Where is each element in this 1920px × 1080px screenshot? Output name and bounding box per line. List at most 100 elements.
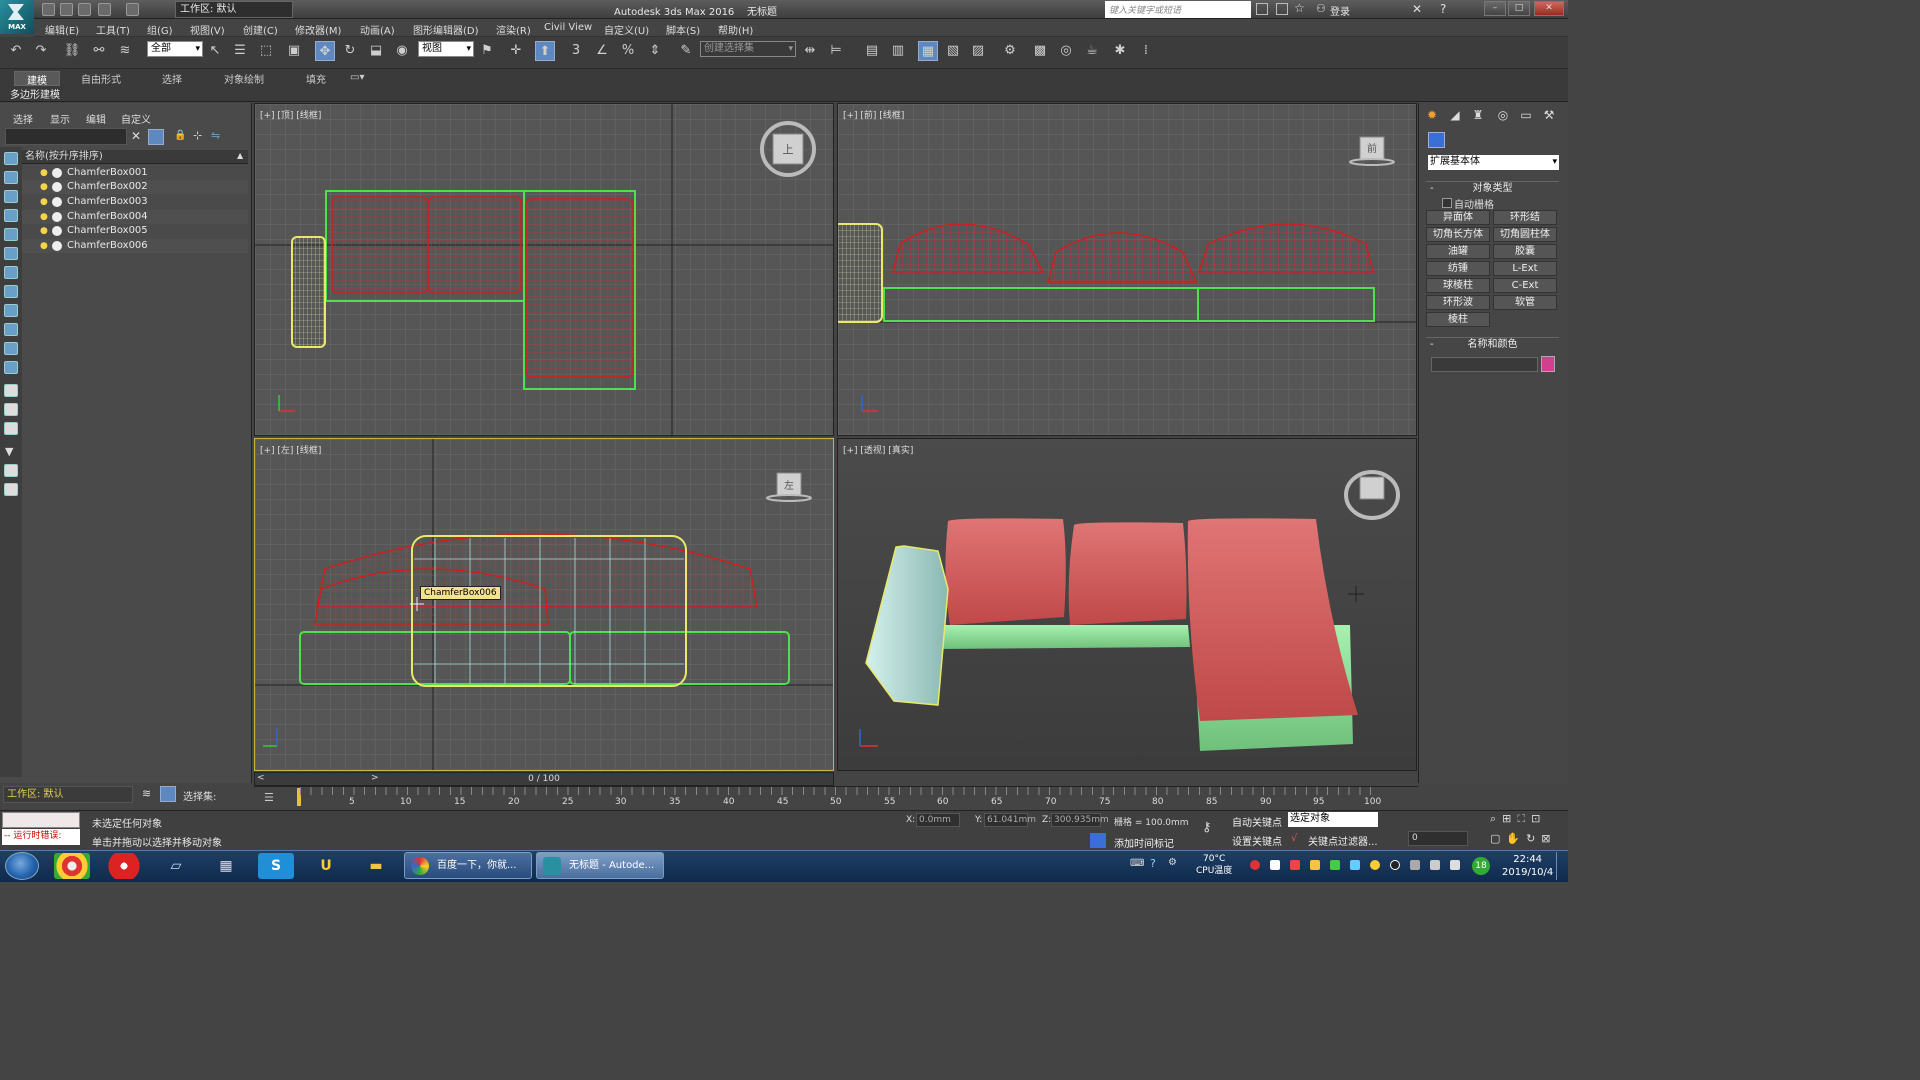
menu-edit[interactable]: 编辑(E)	[45, 22, 79, 37]
display-lights-icon[interactable]	[4, 190, 18, 203]
ribbon-tab-populate[interactable]: 填充	[300, 71, 332, 86]
display-frozen-icon[interactable]	[4, 342, 18, 355]
render-teapot-icon[interactable]: ☕	[1082, 41, 1102, 61]
rollout-object-type[interactable]: 对象类型	[1426, 181, 1559, 195]
communication-icon[interactable]	[1276, 3, 1288, 15]
gengon-button[interactable]: 球棱柱	[1426, 278, 1490, 293]
help-icon[interactable]: ?	[1440, 2, 1446, 16]
layer-manager-icon[interactable]: ▤	[862, 41, 882, 61]
display-spacewarps-icon[interactable]	[4, 247, 18, 260]
snap-toggle-icon[interactable]: 3	[566, 41, 586, 61]
viewport-label-top[interactable]: [+] [顶] [线框]	[260, 108, 321, 121]
select-manipulate-icon[interactable]: ✛	[506, 41, 526, 61]
freeze-icon[interactable]	[52, 197, 62, 207]
chrome-icon[interactable]	[54, 853, 90, 879]
explorer-menu-display[interactable]: 显示	[50, 111, 70, 126]
security-tray-icon[interactable]	[1350, 860, 1360, 870]
select-object-icon[interactable]: ↖	[205, 41, 225, 61]
sogou-tray-icon[interactable]	[1250, 860, 1260, 870]
redo-icon[interactable]	[126, 3, 139, 16]
find-icon[interactable]	[4, 464, 18, 477]
viewport-front[interactable]: [+] [前] [线框] 前	[837, 103, 1417, 436]
dock-icon[interactable]	[4, 483, 18, 496]
shield-tray-icon[interactable]	[1290, 860, 1300, 870]
selection-filter-dropdown[interactable]: 全部	[147, 41, 203, 57]
object-name-input[interactable]	[1431, 357, 1538, 372]
explorer-search-input[interactable]	[5, 128, 127, 145]
taskbar-task-3dsmax[interactable]: 无标题 - Autode...	[536, 852, 664, 879]
schematic-view-icon[interactable]: ▧	[943, 41, 963, 61]
calculator-icon[interactable]: ▦	[208, 853, 244, 879]
undo-icon[interactable]	[98, 3, 111, 16]
place-icon[interactable]: ◉	[392, 41, 412, 61]
named-selection-dropdown[interactable]: 创建选择集	[700, 41, 796, 57]
status-tray-icon[interactable]	[1330, 860, 1340, 870]
viewport-nav-icons-2[interactable]: ▢✋↻⊠	[1490, 832, 1557, 845]
search-input[interactable]: 键入关键字或短语	[1105, 1, 1251, 18]
sort-arrow-icon[interactable]: ▲	[237, 151, 243, 160]
tool-tray-icon[interactable]	[1310, 860, 1320, 870]
lock-icon[interactable]: 🔒	[174, 130, 186, 141]
explorer-menu-select[interactable]: 选择	[13, 111, 33, 126]
display-bones-icon[interactable]	[4, 304, 18, 317]
capsule-button[interactable]: 胶囊	[1493, 244, 1557, 259]
ribbon-tab-freeform[interactable]: 自由形式	[75, 71, 127, 86]
list-item[interactable]: ● ChamferBox005	[22, 224, 248, 238]
menu-civil-view[interactable]: Civil View	[544, 22, 592, 33]
rendered-frame-icon[interactable]: ▩	[1030, 41, 1050, 61]
qq-tray-icon[interactable]	[1370, 860, 1380, 870]
x-coord-field[interactable]: 0.0mm	[916, 813, 960, 827]
ribbon-options-icon[interactable]: ▭▾	[350, 72, 364, 83]
menu-create[interactable]: 创建(C)	[243, 22, 278, 37]
ribbon-panel-polygon-modeling[interactable]: 多边形建模	[10, 86, 60, 101]
oiltank-button[interactable]: 油罐	[1426, 244, 1490, 259]
ribbon-toggle-icon[interactable]: ▥	[888, 41, 908, 61]
viewport-label-perspective[interactable]: [+] [透视] [真实]	[843, 443, 913, 456]
ribbon-tab-selection[interactable]: 选择	[156, 71, 188, 86]
key-target-dropdown[interactable]: 选定对象	[1288, 812, 1378, 827]
time-tag-icon[interactable]	[1090, 833, 1106, 848]
time-prev-icon[interactable]: <	[257, 773, 265, 783]
binoculars-icon[interactable]	[1256, 3, 1268, 15]
viewport-perspective[interactable]: [+] [透视] [真实]	[837, 438, 1417, 771]
set-key-button[interactable]: 设置关键点	[1232, 833, 1282, 848]
app-logo-button[interactable]: MAX	[0, 0, 34, 34]
freeze-icon[interactable]	[52, 182, 62, 192]
render-production-icon[interactable]: ◎	[1056, 41, 1076, 61]
name-column-header[interactable]: 名称(按升序排序)	[22, 150, 248, 164]
menu-animation[interactable]: 动画(A)	[360, 22, 395, 37]
freeze-icon[interactable]	[52, 168, 62, 178]
maxscript-listener-input[interactable]	[2, 812, 80, 828]
freeze-icon[interactable]	[52, 241, 62, 251]
notes-icon[interactable]: ▱	[158, 853, 194, 879]
list-item[interactable]: ● ChamferBox003	[22, 195, 248, 209]
menu-graph-editors[interactable]: 图形编辑器(D)	[413, 22, 479, 37]
keyboard-shortcut-override-icon[interactable]: ⬆	[535, 41, 555, 61]
help-tray-icon[interactable]: ?	[1150, 857, 1156, 870]
a360-render-icon[interactable]: ⁞	[1136, 41, 1156, 61]
viewport-left[interactable]: [+] [左] [线框] 左	[254, 438, 834, 771]
penguin-tray-icon[interactable]	[1390, 860, 1400, 870]
z-coord-field[interactable]: 300.935mm	[1051, 813, 1109, 827]
select-rotate-icon[interactable]: ↻	[340, 41, 360, 61]
hierarchy-icon[interactable]: ⊹	[193, 129, 202, 142]
taskbar-task-browser[interactable]: 百度一下，你就...	[404, 852, 532, 879]
ultraedit-icon[interactable]: U	[308, 853, 344, 879]
notification-badge[interactable]: 18	[1472, 857, 1490, 875]
light-bulb-icon[interactable]: ●	[40, 241, 48, 251]
ringwave-button[interactable]: 环形波	[1426, 295, 1490, 310]
freeze-icon[interactable]	[52, 226, 62, 236]
auto-key-button[interactable]: 自动关键点	[1232, 814, 1282, 829]
rollout-name-color[interactable]: 名称和颜色	[1426, 337, 1559, 351]
hedra-button[interactable]: 异面体	[1426, 210, 1490, 225]
favorites-star-icon[interactable]: ☆	[1294, 1, 1305, 15]
action-center-tray-icon[interactable]	[1450, 860, 1460, 870]
display-shapes-icon[interactable]	[4, 171, 18, 184]
maximize-button[interactable]: □	[1508, 1, 1530, 16]
modify-tab-icon[interactable]: ◢	[1446, 106, 1464, 124]
light-bulb-icon[interactable]: ●	[40, 197, 48, 207]
select-scale-icon[interactable]: ⬓	[366, 41, 386, 61]
sort-explorer-icon[interactable]	[160, 786, 176, 802]
add-time-tag-button[interactable]: 添加时间标记	[1114, 835, 1174, 850]
taskbar-clock[interactable]: 22:44 2019/10/4	[1502, 853, 1553, 879]
